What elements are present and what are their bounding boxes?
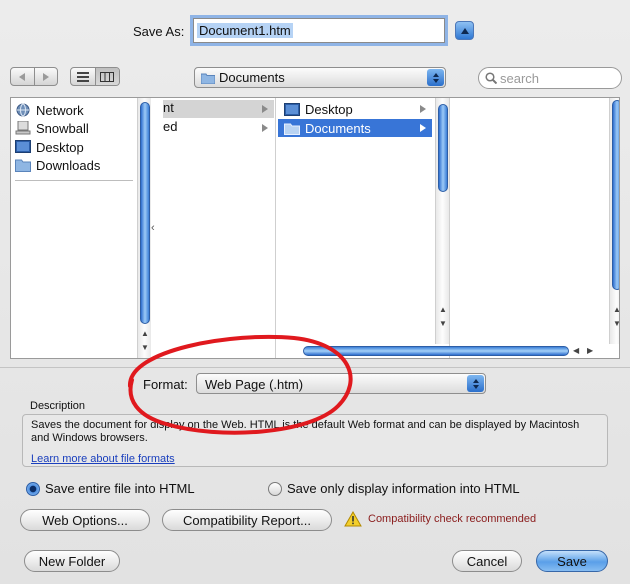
scroll-down-arrow-icon[interactable]: ▼ (437, 318, 449, 330)
column-row[interactable]: ed (163, 119, 274, 137)
column-view-icon (100, 71, 115, 82)
scrollbar-thumb[interactable] (303, 346, 569, 356)
compatibility-warning: Compatibility check recommended (344, 511, 536, 527)
scroll-up-arrow-icon[interactable]: ▲ (139, 328, 151, 340)
cancel-button[interactable]: Cancel (452, 550, 522, 572)
column-row-label: nt (163, 100, 174, 115)
column-2-scrollbar[interactable]: ▲ ▼ (435, 98, 449, 344)
browser-column-2: Desktop Documents (275, 98, 435, 358)
back-arrow-icon (19, 72, 26, 81)
column-row-documents[interactable]: Documents (278, 119, 432, 137)
sidebar-item-downloads[interactable]: Downloads (15, 156, 100, 174)
format-value: Web Page (.htm) (205, 377, 304, 392)
column-row-label: Documents (305, 120, 371, 136)
radio-save-display[interactable]: Save only display information into HTML (268, 481, 520, 496)
sidebar: Network Snowball Desktop Downloads (11, 98, 151, 358)
chevron-up-icon (460, 27, 469, 34)
globe-icon (16, 103, 30, 117)
save-as-label: Save As: (133, 24, 185, 39)
back-button[interactable] (11, 68, 34, 85)
scrollbar-thumb[interactable] (140, 102, 150, 324)
scroll-down-arrow-icon[interactable]: ▼ (611, 318, 619, 330)
radio-label: Save entire file into HTML (45, 481, 195, 496)
sidebar-item-label: Downloads (36, 157, 101, 173)
folder-icon (201, 73, 215, 84)
web-options-button[interactable]: Web Options... (20, 509, 150, 531)
radio-selected-icon[interactable] (26, 481, 40, 496)
browser-column-1: nt ed ‹ (151, 98, 274, 358)
scroll-up-arrow-icon[interactable]: ▲ (437, 304, 449, 316)
save-button[interactable]: Save (536, 550, 608, 572)
format-label: Format: (143, 377, 188, 392)
sidebar-divider (15, 180, 133, 181)
scroll-left-arrow-icon[interactable]: ◀ (573, 344, 579, 358)
sidebar-item-snowball[interactable]: Snowball (15, 119, 89, 137)
column-row-desktop[interactable]: Desktop (278, 100, 432, 118)
radio-unselected-icon[interactable] (268, 481, 282, 496)
folder-icon (15, 159, 31, 172)
column-row[interactable]: nt (163, 100, 274, 118)
scroll-down-arrow-icon[interactable]: ▼ (139, 342, 151, 354)
disclosure-arrow-icon (420, 105, 426, 113)
disclosure-arrow-icon (262, 105, 268, 113)
search-placeholder: search (500, 70, 540, 86)
description-text: Saves the document for display on the We… (31, 419, 580, 444)
sidebar-scrollbar[interactable]: ▲ ▼ (137, 98, 151, 358)
column-row-label: ed (163, 119, 178, 134)
sidebar-item-label: Desktop (36, 139, 84, 155)
list-view-button[interactable] (71, 68, 95, 85)
warning-icon (344, 511, 362, 527)
list-view-icon (76, 71, 89, 82)
description-title: Description (30, 400, 86, 412)
computer-icon (15, 121, 31, 135)
search-field[interactable]: search (478, 67, 622, 89)
learn-more-link[interactable]: Learn more about file formats (31, 453, 599, 466)
sidebar-item-label: Snowball (36, 120, 89, 136)
forward-button[interactable] (33, 68, 58, 85)
radio-label: Save only display information into HTML (287, 481, 520, 496)
sidebar-item-network[interactable]: Network (15, 101, 84, 119)
disclosure-arrow-icon (262, 124, 268, 132)
scrollbar-thumb[interactable] (438, 104, 448, 192)
column-3-scrollbar[interactable]: ▲ ▼ (609, 98, 619, 344)
column-row-label: Desktop (305, 101, 353, 117)
folder-icon (284, 123, 300, 135)
scrollbar-thumb[interactable] (612, 100, 619, 290)
compatibility-warning-text: Compatibility check recommended (368, 513, 537, 525)
view-mode-control[interactable] (70, 67, 120, 86)
popup-arrows-icon (467, 375, 484, 392)
filename-text: Document1.htm (197, 23, 293, 38)
radio-save-entire[interactable]: Save entire file into HTML (26, 481, 195, 496)
desktop-icon (15, 140, 31, 153)
column-view-button[interactable] (94, 68, 119, 85)
description-box: Saves the document for display on the We… (22, 414, 608, 467)
column-resize-icon[interactable]: ‹ (151, 222, 155, 234)
filename-input[interactable]: Document1.htm (193, 18, 445, 43)
collapse-dialog-button[interactable] (455, 21, 474, 40)
location-label: Documents (219, 70, 285, 85)
search-icon (485, 72, 497, 84)
back-forward-control[interactable] (10, 67, 58, 86)
scroll-right-arrow-icon[interactable]: ▶ (587, 344, 593, 358)
disclosure-arrow-icon (420, 124, 426, 132)
sidebar-item-label: Network (36, 102, 84, 118)
browser-column-3 (449, 98, 609, 358)
file-browser: Network Snowball Desktop Downloads ▲ ▼ n… (10, 97, 620, 359)
compatibility-report-button[interactable]: Compatibility Report... (162, 509, 332, 531)
section-divider (0, 367, 630, 368)
popup-arrows-icon (427, 69, 444, 86)
forward-arrow-icon (42, 72, 49, 81)
horizontal-scrollbar[interactable]: ◀ ▶ (301, 344, 605, 358)
desktop-icon (284, 102, 300, 116)
location-popup[interactable]: Documents (194, 67, 446, 88)
new-folder-button[interactable]: New Folder (24, 550, 120, 572)
format-popup[interactable]: Web Page (.htm) (196, 373, 486, 394)
scroll-up-arrow-icon[interactable]: ▲ (611, 304, 619, 316)
sidebar-item-desktop[interactable]: Desktop (15, 138, 84, 156)
